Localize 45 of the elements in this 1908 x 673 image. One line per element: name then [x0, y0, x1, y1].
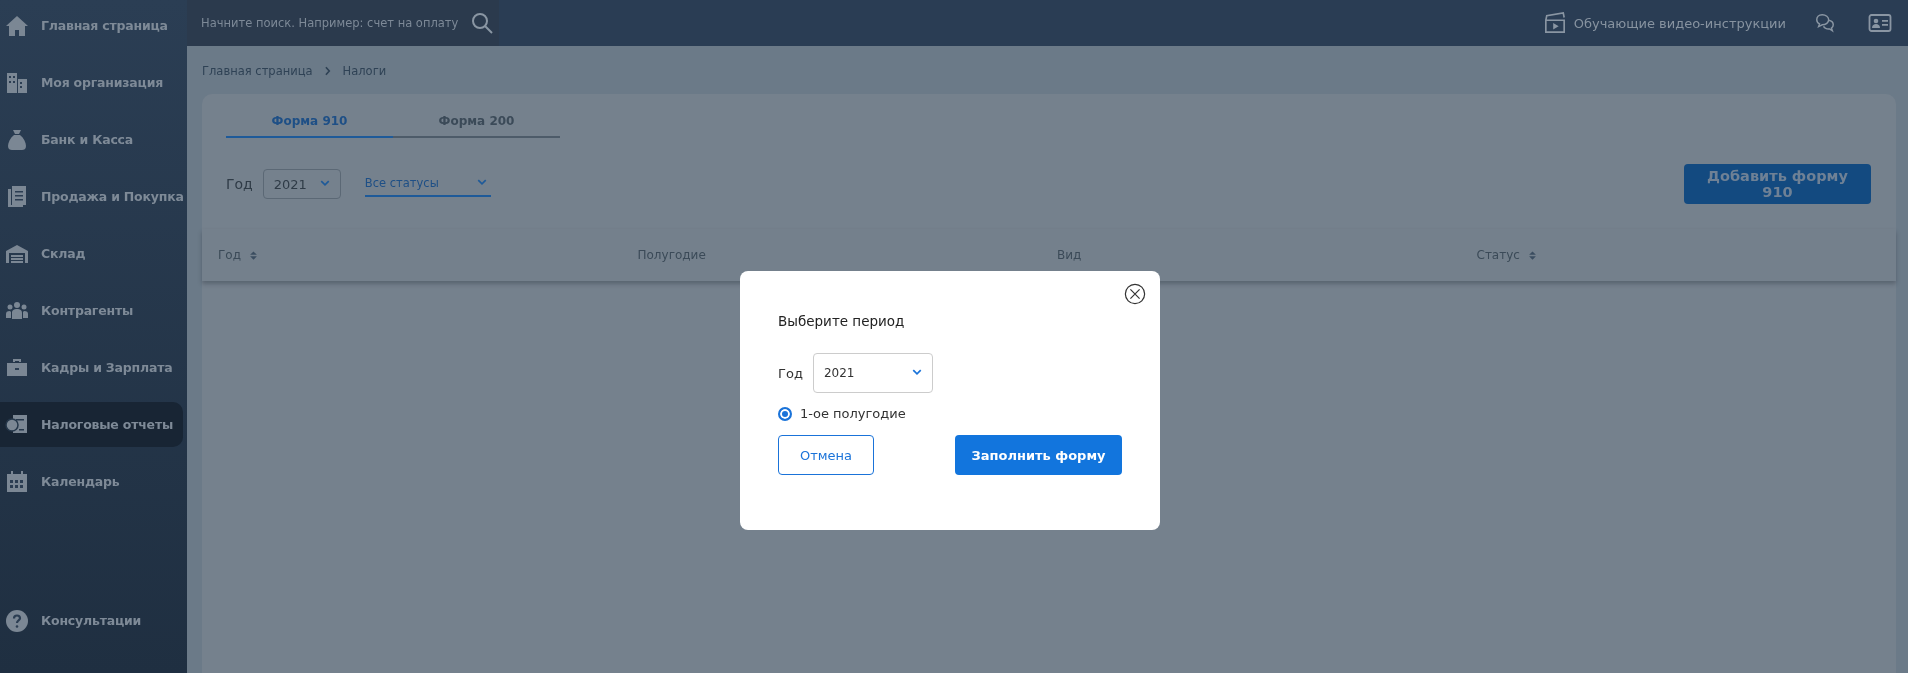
- buildings-icon: [5, 70, 29, 95]
- sort-icon: [248, 248, 258, 262]
- search-field[interactable]: Начните поиск. Например: счет на оплату: [187, 0, 499, 46]
- close-button[interactable]: [1124, 283, 1146, 305]
- close-icon: [1124, 283, 1146, 305]
- tab[interactable]: Форма 200: [393, 114, 560, 138]
- clapperboard-icon: [1543, 12, 1566, 34]
- search-icon: [470, 11, 495, 35]
- sidebar-item[interactable]: Продажа и Покупка: [0, 174, 183, 219]
- column-header[interactable]: Статус: [1476, 248, 1537, 262]
- tab[interactable]: Форма 910: [226, 114, 393, 138]
- fill-form-button[interactable]: Заполнить форму: [955, 435, 1122, 475]
- sidebar-item[interactable]: Консультации: [0, 598, 183, 643]
- sidebar-item[interactable]: Календарь: [0, 459, 183, 504]
- documents-icon: [5, 184, 29, 209]
- year-dropdown[interactable]: 2021: [262, 169, 341, 199]
- calendar-icon: [5, 469, 29, 494]
- column-header[interactable]: Год: [218, 248, 258, 262]
- breadcrumb-link[interactable]: Налоги: [342, 64, 387, 78]
- sidebar-item[interactable]: Контрагенты: [0, 288, 183, 333]
- money-bag-icon: [5, 127, 29, 152]
- help-icon: [5, 608, 29, 633]
- house-icon: [5, 13, 29, 38]
- sidebar-item[interactable]: Кадры и Зарплата: [0, 345, 183, 390]
- chat-bubbles-icon: [1814, 12, 1836, 34]
- id-card-icon: [1868, 11, 1892, 35]
- sidebar-item[interactable]: Налоговые отчеты: [0, 402, 183, 447]
- radio-button[interactable]: [778, 406, 792, 421]
- cancel-button[interactable]: Отмена: [778, 435, 874, 475]
- field-label: Год: [778, 365, 803, 381]
- sidebar-item[interactable]: Склад: [0, 231, 183, 276]
- radio-label: 1-ое полугодие: [800, 406, 906, 421]
- sort-icon: [1527, 248, 1537, 262]
- status-dropdown[interactable]: Все статусы: [364, 171, 491, 197]
- column-header[interactable]: Полугодие: [637, 248, 706, 262]
- field-label: Год: [226, 176, 253, 192]
- sidebar-item[interactable]: Главная страница: [0, 3, 183, 48]
- video-tutorials-link[interactable]: Обучающие видео-инструкции: [1543, 12, 1786, 34]
- breadcrumb-link[interactable]: Главная страница: [202, 64, 313, 78]
- column-header[interactable]: Вид: [1057, 248, 1082, 262]
- add-form-button[interactable]: Добавить форму 910: [1684, 164, 1871, 204]
- sidebar-item[interactable]: Банк и Касса: [0, 117, 183, 162]
- year-dropdown[interactable]: 2021: [812, 353, 933, 393]
- dialog-title: Выберите период: [778, 313, 906, 329]
- sidebar-item[interactable]: Моя организация: [0, 60, 183, 105]
